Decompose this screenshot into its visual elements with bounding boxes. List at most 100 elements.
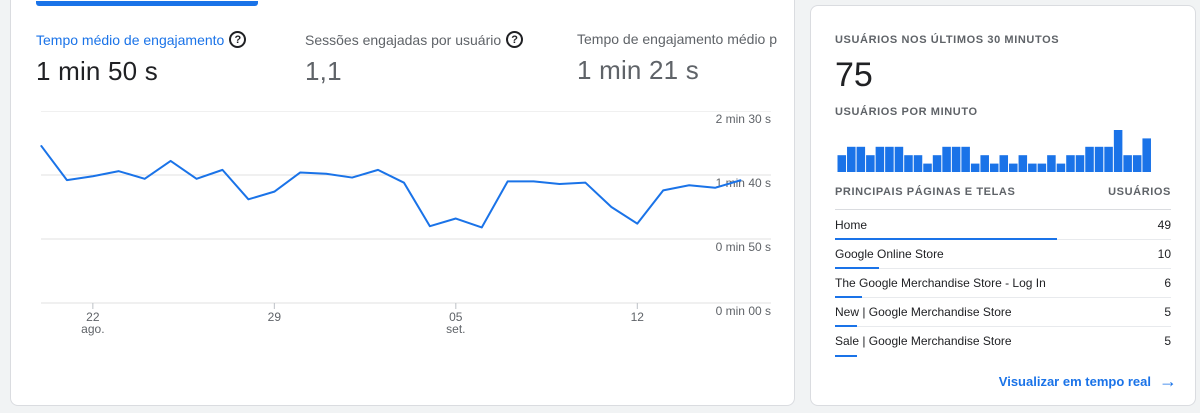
x-tick-month: ago. [81,322,104,336]
data-point[interactable] [714,187,716,189]
minute-bar[interactable] [1104,146,1113,172]
minute-bar[interactable] [980,155,989,172]
data-point[interactable] [221,169,223,171]
top-pages-header: PRINCIPAIS PÁGINAS E TELAS USUÁRIOS [835,186,1171,210]
metric-engaged-sessions-per-user[interactable]: Sessões engajadas por usuário ? 1,1 [305,31,524,87]
data-point[interactable] [636,223,638,225]
help-icon[interactable]: ? [229,31,247,48]
data-point[interactable] [351,177,353,179]
x-tick-label: 29 [268,310,282,324]
minute-bar[interactable] [1085,146,1094,172]
minute-bar[interactable] [923,163,932,172]
data-point[interactable] [92,175,94,177]
minute-bar[interactable] [951,146,961,172]
table-row[interactable]: The Google Merchandise Store - Log In 6 [835,269,1171,298]
active-tab-indicator [36,1,258,6]
data-point[interactable] [196,178,198,180]
y-tick-label: 1 min 40 s [716,176,771,190]
minute-bar[interactable] [1123,155,1132,172]
page-name: New | Google Merchandise Store [835,305,1012,319]
minute-bar[interactable] [847,146,856,172]
metric-label: Tempo de engajamento médio p [577,31,778,47]
minute-bar[interactable] [1142,138,1151,172]
data-point[interactable] [170,160,172,162]
realtime-user-count: 75 [835,56,873,94]
metric-avg-engagement-per-session[interactable]: Tempo de engajamento médio p 1 min 21 s [577,31,794,86]
data-point[interactable] [610,206,612,208]
y-tick-label: 0 min 50 s [716,240,771,254]
minute-bar[interactable] [1113,130,1123,172]
arrow-right-icon: → [1159,371,1177,391]
minute-bar[interactable] [970,163,980,172]
data-point[interactable] [429,225,431,227]
minute-bar[interactable] [999,155,1009,172]
metric-label: Tempo médio de engajamento [36,31,225,48]
data-point[interactable] [584,182,586,184]
minute-bar[interactable] [885,146,894,172]
minute-bar[interactable] [989,163,999,172]
minute-bar[interactable] [913,155,923,172]
minute-bar[interactable] [961,146,970,172]
minute-bar[interactable] [866,155,875,172]
data-point[interactable] [325,173,327,175]
data-point[interactable] [481,226,483,228]
minute-bar[interactable] [1047,155,1056,172]
page-name: Home [835,218,868,232]
data-point[interactable] [403,182,405,184]
table-row[interactable]: New | Google Merchandise Store 5 [835,298,1171,327]
data-point[interactable] [507,180,509,182]
minute-bar[interactable] [1018,155,1028,172]
realtime-title: USUÁRIOS NOS ÚLTIMOS 30 MINUTOS [835,34,1060,46]
data-point[interactable] [247,198,249,200]
minute-bar[interactable] [904,155,913,172]
table-row[interactable]: Sale | Google Merchandise Store 5 [835,327,1171,357]
data-point[interactable] [559,183,561,185]
minute-bar[interactable] [1132,155,1142,172]
page-name: Google Online Store [835,247,944,261]
view-realtime-link[interactable]: Visualizar em tempo real → [999,372,1177,390]
metric-avg-engagement-time[interactable]: Tempo médio de engajamento ? 1 min 50 s [36,31,247,87]
data-point[interactable] [40,145,42,147]
data-point[interactable] [662,189,664,191]
metric-value: 1,1 [305,56,342,86]
users-per-minute-chart [837,130,1151,172]
minute-bar[interactable] [1009,163,1018,172]
data-point[interactable] [118,170,120,172]
data-point[interactable] [299,171,301,173]
page-name: Sale | Google Merchandise Store [835,334,1012,348]
metric-label: Sessões engajadas por usuário [305,31,502,48]
engagement-line-chart: 2 min 30 s 1 min 40 s 0 min 50 s 0 min 00 s… [40,111,771,336]
minute-bar[interactable] [942,146,951,172]
minute-bar[interactable] [837,155,847,172]
minute-bar[interactable] [894,146,904,172]
metric-value: 1 min 50 s [36,56,158,86]
table-row[interactable]: Home 49 [835,211,1171,240]
data-point[interactable] [273,191,275,193]
minute-bar[interactable] [1056,163,1066,172]
table-row[interactable]: Google Online Store 10 [835,240,1171,269]
minute-bar[interactable] [1028,163,1037,172]
realtime-card: USUÁRIOS NOS ÚLTIMOS 30 MINUTOS 75 USUÁR… [810,5,1196,406]
minute-bar[interactable] [875,146,885,172]
help-icon[interactable]: ? [506,31,524,48]
page-users: 5 [1164,305,1171,319]
column-header-users: USUÁRIOS [1108,186,1171,198]
link-label: Visualizar em tempo real [998,373,1151,389]
x-tick-label: 12 [631,310,645,324]
minute-bar[interactable] [856,146,866,172]
minute-bar[interactable] [932,155,942,172]
data-point[interactable] [688,184,690,186]
data-point[interactable] [377,169,379,171]
data-point[interactable] [455,218,457,220]
data-point[interactable] [144,178,146,180]
y-tick-label: 0 min 00 s [716,304,771,318]
data-point[interactable] [740,179,742,181]
data-point[interactable] [66,179,68,181]
series-line [40,144,742,229]
data-point[interactable] [533,180,535,182]
minute-bar[interactable] [1066,155,1075,172]
minute-bar[interactable] [1094,146,1104,172]
minute-bar[interactable] [1075,155,1085,172]
x-tick-month: set. [446,322,465,336]
minute-bar[interactable] [1037,163,1047,172]
